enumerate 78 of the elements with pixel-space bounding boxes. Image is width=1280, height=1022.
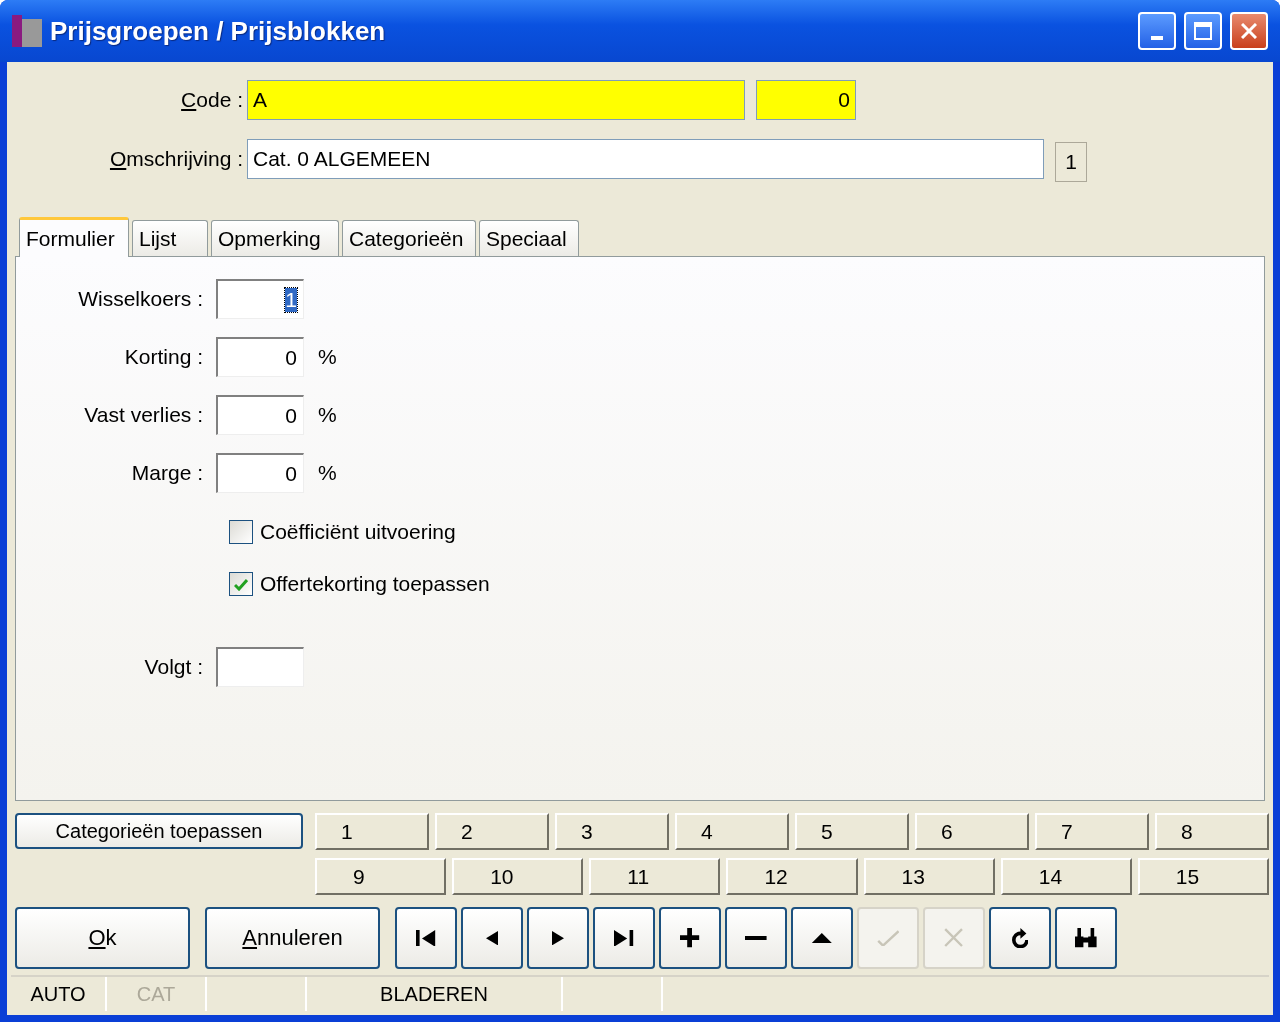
category-number-button[interactable]: 4: [675, 813, 789, 850]
category-number-button[interactable]: 8: [1155, 813, 1269, 850]
checkbox-label: Offertekorting toepassen: [260, 572, 490, 596]
refresh-button[interactable]: [989, 907, 1051, 969]
last-button[interactable]: [593, 907, 655, 969]
status-pane: AUTO: [11, 977, 107, 1011]
first-button[interactable]: [395, 907, 457, 969]
category-number-button[interactable]: 11: [589, 858, 721, 895]
category-number-button[interactable]: 15: [1137, 858, 1269, 895]
category-number-button[interactable]: 9: [315, 858, 447, 895]
apply-categories-button[interactable]: Categorieën toepassen: [15, 813, 303, 849]
status-pane: CAT: [107, 977, 207, 1011]
cancel-button[interactable]: Annuleren: [205, 907, 380, 969]
field-label: Vast verlies :: [83, 403, 204, 427]
checkmark-icon: [876, 929, 900, 947]
category-number-button[interactable]: 6: [915, 813, 1029, 850]
category-number-button[interactable]: 12: [726, 858, 858, 895]
tab[interactable]: Categorieën: [342, 220, 476, 256]
close-button[interactable]: [1230, 12, 1268, 50]
plus-icon: [680, 928, 700, 948]
minus-icon: [745, 935, 767, 941]
category-number-button[interactable]: 10: [452, 858, 584, 895]
up-button[interactable]: [791, 907, 853, 969]
number-field[interactable]: 0: [216, 453, 304, 493]
volgt-field[interactable]: [216, 647, 304, 687]
category-number-button[interactable]: 14: [1000, 858, 1132, 895]
code-label: Code :: [180, 88, 244, 112]
close-icon: [1241, 23, 1257, 39]
checkbox[interactable]: [229, 520, 253, 544]
search-button[interactable]: [1055, 907, 1117, 969]
add-button[interactable]: [659, 907, 721, 969]
category-number-button[interactable]: 5: [795, 813, 909, 850]
unit-label: %: [318, 461, 337, 485]
description-label: Omschrijving :: [108, 147, 244, 171]
minimize-button[interactable]: [1138, 12, 1176, 50]
refresh-icon: [1011, 927, 1029, 949]
category-number-button[interactable]: 2: [435, 813, 549, 850]
number-field[interactable]: 1: [216, 279, 304, 319]
maximize-icon: [1194, 22, 1212, 40]
app-logo-icon: [12, 15, 42, 47]
tab[interactable]: Lijst: [132, 220, 208, 256]
tab[interactable]: Formulier: [19, 217, 129, 257]
field-label: Korting :: [123, 345, 204, 369]
category-number-button[interactable]: 13: [863, 858, 995, 895]
binoculars-icon: [1075, 928, 1097, 948]
unit-label: %: [318, 403, 337, 427]
field-label: Wisselkoers :: [77, 287, 204, 311]
field-label: Volgt :: [143, 655, 204, 679]
checkbox[interactable]: [229, 572, 253, 596]
field-label: Marge :: [130, 461, 204, 485]
category-number-button[interactable]: 7: [1035, 813, 1149, 850]
prev-button[interactable]: [461, 907, 523, 969]
up-triangle-icon: [811, 932, 833, 944]
next-icon: [552, 930, 564, 946]
remove-button[interactable]: [725, 907, 787, 969]
last-record-icon: [614, 929, 634, 947]
next-button[interactable]: [527, 907, 589, 969]
page-indicator: 1: [1055, 142, 1087, 182]
tab[interactable]: Speciaal: [479, 220, 579, 256]
description-field[interactable]: Cat. 0 ALGEMEEN: [247, 139, 1044, 179]
previous-icon: [486, 930, 498, 946]
number-field[interactable]: 0: [216, 395, 304, 435]
maximize-button[interactable]: [1184, 12, 1222, 50]
code-number-field[interactable]: 0: [756, 80, 856, 120]
minimize-icon: [1151, 36, 1163, 40]
ok-button[interactable]: Ok: [15, 907, 190, 969]
code-field[interactable]: A: [247, 80, 745, 120]
category-number-button[interactable]: 1: [315, 813, 429, 850]
tab[interactable]: Opmerking: [211, 220, 339, 256]
number-field[interactable]: 0: [216, 337, 304, 377]
cross-icon: [944, 928, 964, 948]
checkmark-icon: [234, 577, 248, 591]
first-record-icon: [416, 929, 436, 947]
checkbox-label: Coëfficiënt uitvoering: [260, 520, 456, 544]
category-number-button[interactable]: 3: [555, 813, 669, 850]
unit-label: %: [318, 345, 337, 369]
status-pane: BLADEREN: [307, 977, 563, 1011]
window-title: Prijsgroepen / Prijsblokken: [50, 15, 387, 47]
